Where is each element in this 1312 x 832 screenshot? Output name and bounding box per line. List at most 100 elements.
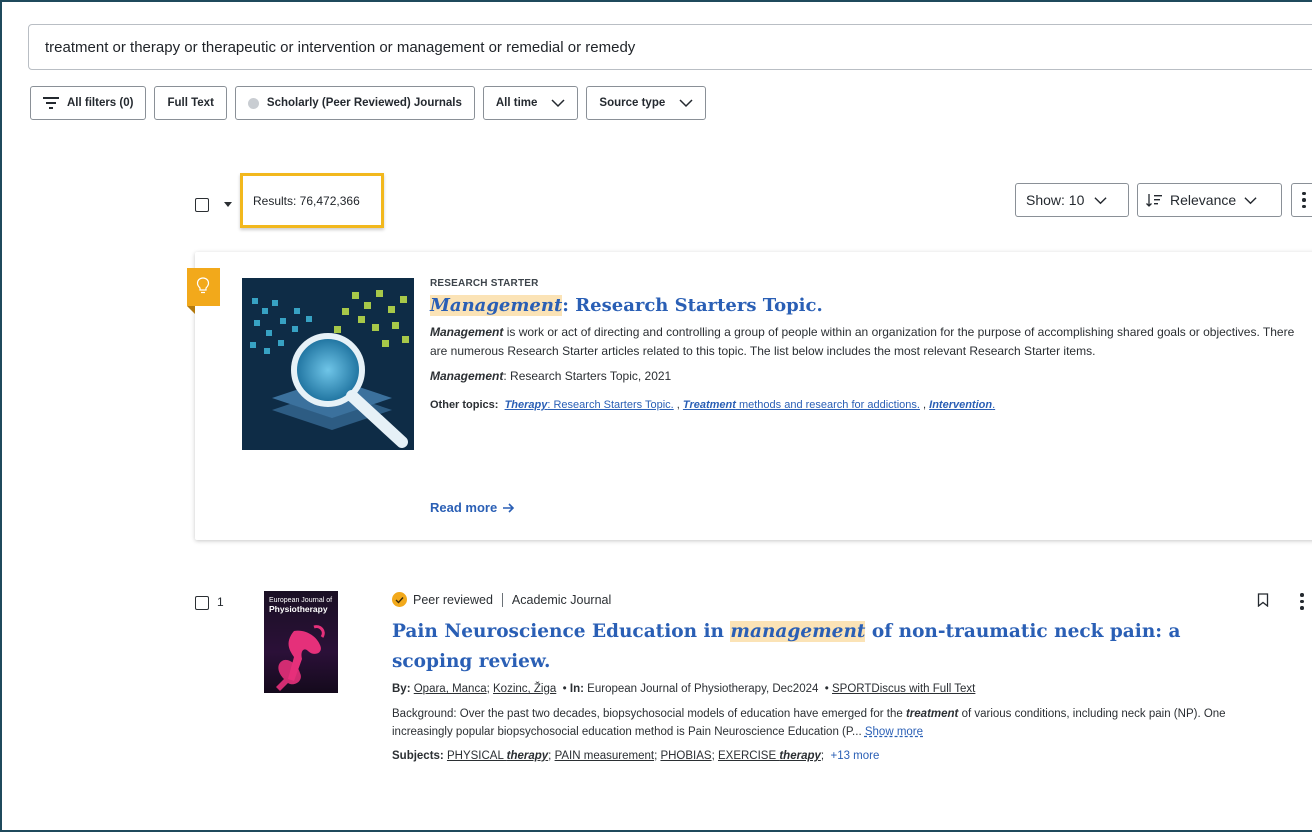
more-vertical-icon	[1302, 191, 1306, 209]
title-highlight: management	[730, 621, 866, 642]
lightbulb-icon	[196, 277, 210, 294]
subject-link[interactable]: PHOBIAS	[660, 750, 711, 762]
research-starter-content: RESEARCH STARTER Management: Research St…	[430, 278, 1310, 411]
result-title[interactable]: Pain Neuroscience Education in managemen…	[392, 617, 1242, 677]
all-time-label: All time	[495, 97, 538, 109]
by-label: By:	[392, 683, 411, 695]
source-type-label: Academic Journal	[511, 592, 612, 607]
journal-cover-image[interactable]: European Journal of Physiotherapy	[264, 591, 338, 693]
sort-dropdown[interactable]: Relevance	[1137, 183, 1282, 217]
read-more-link[interactable]: Read more	[430, 500, 515, 515]
check-circle-icon	[247, 97, 259, 109]
database-link[interactable]: SPORTDiscus with Full Text	[832, 683, 975, 695]
results-count-label: Results: 76,472,366	[253, 193, 360, 208]
abstract-part-a: Background: Over the past two decades, b…	[392, 708, 906, 720]
subject-link[interactable]: PHYSICAL therapy	[447, 750, 548, 762]
subject-bold: therapy	[506, 750, 549, 762]
topic2-bold: Treatment	[682, 399, 736, 411]
scholarly-journals-button[interactable]: Scholarly (Peer Reviewed) Journals	[234, 86, 475, 120]
cover-title: European Journal of Physiotherapy	[269, 597, 335, 614]
subjects-more-link[interactable]: +13 more	[830, 750, 879, 762]
full-text-button[interactable]: Full Text	[154, 86, 227, 120]
caret-down-icon[interactable]	[224, 202, 232, 207]
subject-text: PHYSICAL	[446, 750, 507, 762]
result-item-body: Peer reviewed Academic Journal Pain Neur…	[392, 592, 1272, 762]
all-filters-label: All filters (0)	[67, 97, 134, 109]
research-starter-kicker: RESEARCH STARTER	[430, 278, 539, 289]
show-more-link[interactable]: Show more	[865, 726, 923, 738]
publication-info: European Journal of Physiotherapy, Dec20…	[587, 683, 819, 695]
topic-link-treatment[interactable]: Treatment methods and research for addic…	[683, 399, 920, 411]
source-rest: : Research Starters Topic, 2021	[503, 369, 672, 383]
topic1-rest: : Research Starters Topic.	[547, 399, 674, 411]
result-byline: By: Opara, Manca; Kozinc, Žiga • In: Eur…	[392, 683, 976, 695]
author-link[interactable]: Opara, Manca	[414, 683, 487, 695]
source-type-dropdown[interactable]: Source type	[586, 86, 707, 120]
sort-label: Relevance	[1170, 192, 1237, 208]
other-topics-label: Other topics:	[430, 399, 499, 411]
subject-bold: therapy	[779, 750, 821, 762]
subject-link[interactable]: PAIN measurement	[555, 750, 655, 762]
other-topics: Other topics: Therapy: Research Starters…	[430, 399, 1310, 411]
title-part-a: Pain Neuroscience Education in	[392, 621, 731, 642]
show-count-dropdown[interactable]: Show: 10	[1015, 183, 1129, 217]
source-bold: Management	[430, 369, 504, 383]
arrow-right-icon	[503, 502, 515, 513]
subjects-label: Subjects:	[392, 750, 444, 762]
read-more-label: Read more	[430, 500, 498, 515]
in-label: In:	[569, 683, 584, 695]
topic-link-intervention[interactable]: Intervention.	[929, 399, 995, 411]
filter-bar: All filters (0) Full Text Scholarly (Pee…	[30, 86, 707, 120]
topic1-bold: Therapy	[504, 399, 548, 411]
more-options-button[interactable]	[1291, 183, 1312, 217]
author-link[interactable]: Kozinc, Žiga	[493, 683, 556, 695]
search-input[interactable]: treatment or therapy or therapeutic or i…	[28, 24, 1312, 70]
source-type-label: Source type	[599, 97, 666, 109]
full-text-label: Full Text	[167, 97, 214, 109]
topic-link-therapy[interactable]: Therapy: Research Starters Topic.	[505, 399, 674, 411]
title-rest: : Research Starters Topic.	[562, 295, 823, 316]
peer-reviewed-label: Peer reviewed	[413, 592, 493, 607]
sort-icon	[1146, 194, 1162, 207]
result-meta: Peer reviewed Academic Journal	[392, 592, 1272, 607]
results-count: Results: 76,472,366	[240, 173, 384, 228]
chevron-down-icon	[551, 99, 565, 108]
cover-title-small: European Journal of	[269, 597, 333, 604]
meta-divider	[501, 592, 503, 607]
all-time-dropdown[interactable]: All time	[482, 86, 579, 120]
title-highlight: Management	[430, 295, 563, 316]
topic2-rest: methods and research for addictions.	[735, 399, 920, 411]
topic-separator: ,	[923, 399, 927, 411]
result-abstract: Background: Over the past two decades, b…	[392, 705, 1252, 741]
search-query: treatment or therapy or therapeutic or i…	[45, 38, 636, 56]
subject-link[interactable]: EXERCISE therapy	[718, 750, 821, 762]
show-count-label: Show: 10	[1026, 192, 1085, 208]
peer-reviewed-icon	[392, 592, 407, 607]
chevron-down-icon	[1244, 196, 1257, 204]
result-subjects: Subjects: PHYSICAL therapy; PAIN measure…	[392, 750, 880, 762]
subject-text: EXERCISE	[717, 750, 780, 762]
desc-rest: is work or act of directing and controll…	[430, 325, 1295, 358]
scholarly-label: Scholarly (Peer Reviewed) Journals	[266, 97, 462, 109]
all-filters-button[interactable]: All filters (0)	[30, 86, 147, 120]
cover-title-big: Physiotherapy	[269, 604, 328, 614]
result-number: 1	[217, 595, 224, 609]
topic-separator: ,	[676, 399, 680, 411]
result-checkbox[interactable]	[195, 596, 209, 610]
research-starter-flag	[187, 268, 220, 314]
abstract-bold: treatment	[905, 708, 959, 720]
chevron-down-icon	[1094, 196, 1107, 204]
research-starter-image	[242, 278, 414, 450]
result-more-button[interactable]	[1300, 593, 1304, 610]
select-all-checkbox[interactable]	[195, 198, 209, 212]
research-starter-description: Management is work or act of directing a…	[430, 323, 1310, 361]
page-frame: treatment or therapy or therapeutic or i…	[0, 0, 1312, 832]
filter-icon	[43, 97, 59, 109]
chevron-down-icon	[679, 99, 693, 108]
research-starter-title[interactable]: Management: Research Starters Topic.	[430, 295, 1310, 316]
topic3-rest: .	[992, 399, 996, 411]
desc-bold: Management	[430, 325, 504, 339]
bookmark-icon[interactable]	[1257, 593, 1269, 612]
research-starter-source: Management: Research Starters Topic, 202…	[430, 369, 1310, 383]
more-vertical-icon	[1300, 593, 1304, 610]
